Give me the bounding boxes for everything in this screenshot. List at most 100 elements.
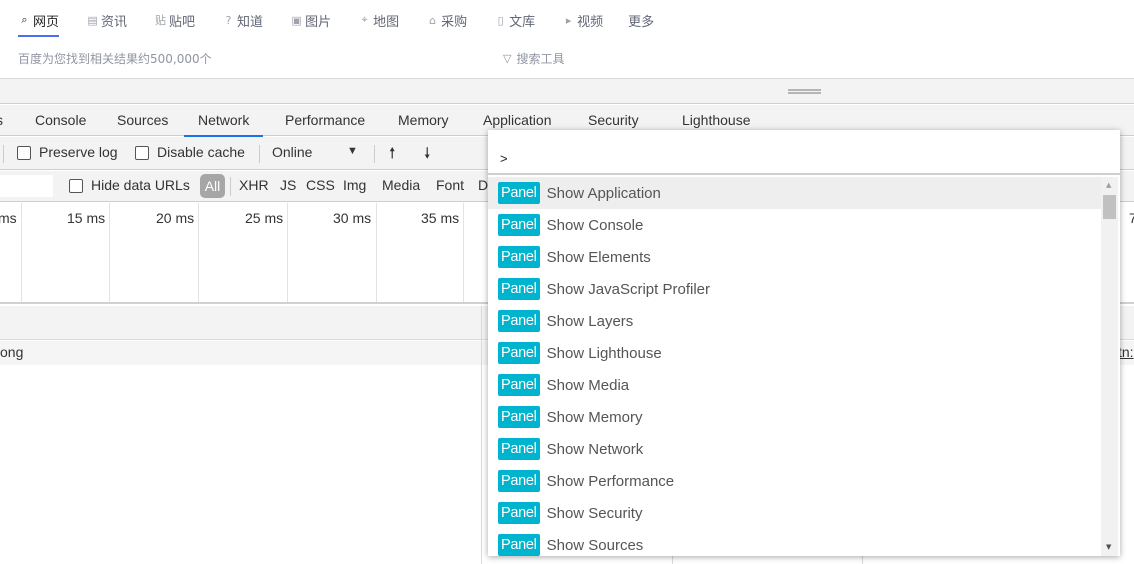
nav-map[interactable]: ⌖ 地图 bbox=[358, 10, 399, 30]
nav-tieba[interactable]: 贴贴吧 bbox=[154, 10, 195, 30]
nav-more[interactable]: 更多 bbox=[628, 10, 654, 30]
filter-input[interactable] bbox=[0, 175, 53, 197]
tab-memory[interactable]: Memory bbox=[398, 105, 449, 136]
nav-shopping[interactable]: ⌂ 采购 bbox=[426, 10, 467, 30]
command-item[interactable]: Panel Show Console bbox=[488, 209, 1101, 241]
toolbar-divider bbox=[374, 145, 375, 163]
request-name[interactable]: ong bbox=[0, 344, 23, 360]
timeline-gridline bbox=[198, 203, 199, 302]
panel-badge: Panel bbox=[498, 438, 540, 460]
news-icon: ▤ bbox=[87, 13, 98, 27]
panel-badge: Panel bbox=[498, 278, 540, 300]
filter-all-button[interactable]: All bbox=[200, 174, 225, 198]
throttling-select[interactable]: Online bbox=[272, 144, 312, 160]
timeline-gridline bbox=[376, 203, 377, 302]
command-item[interactable]: Panel Show Memory bbox=[488, 401, 1101, 433]
result-count: 百度为您找到相关结果约500,000个 bbox=[18, 52, 212, 66]
tab-sources[interactable]: Sources bbox=[117, 105, 168, 136]
toolbar-divider bbox=[3, 145, 4, 163]
tab-network[interactable]: Network bbox=[183, 105, 264, 137]
question-icon: ? bbox=[225, 13, 232, 27]
tab-performance[interactable]: Performance bbox=[285, 105, 365, 136]
disable-cache-label[interactable]: Disable cache bbox=[157, 144, 245, 160]
timeline-tick-label: 30 ms bbox=[333, 210, 372, 226]
scrollbar-thumb[interactable] bbox=[1103, 195, 1116, 219]
panel-badge: Panel bbox=[498, 310, 540, 332]
tab-elements[interactable]: s bbox=[0, 105, 3, 136]
search-icon: ⌕ bbox=[21, 13, 28, 26]
filter-media[interactable]: Media bbox=[382, 177, 420, 193]
scroll-up-arrow-icon[interactable]: ▲ bbox=[1106, 181, 1111, 189]
filter-js[interactable]: JS bbox=[280, 177, 296, 193]
preserve-log-checkbox[interactable] bbox=[17, 146, 31, 160]
search-tools-button[interactable]: ▽ 搜索工具 bbox=[503, 50, 564, 67]
timeline-tick-label: 7 bbox=[1129, 210, 1134, 226]
shopping-icon: ⌂ bbox=[429, 13, 437, 27]
command-item[interactable]: Panel Show Media bbox=[488, 369, 1101, 401]
panel-badge: Panel bbox=[498, 534, 540, 556]
filter-xhr[interactable]: XHR bbox=[239, 177, 269, 193]
command-menu: > Panel Show Application Panel Show Consol… bbox=[488, 130, 1120, 556]
dropdown-arrow-icon[interactable]: ▼ bbox=[347, 145, 358, 157]
command-item[interactable]: Panel Show Elements bbox=[488, 241, 1101, 273]
panel-badge: Panel bbox=[498, 246, 540, 268]
nav-web[interactable]: ⌕ 网页 bbox=[18, 10, 60, 37]
command-item[interactable]: Panel Show Security bbox=[488, 497, 1101, 529]
hide-data-urls-label[interactable]: Hide data URLs bbox=[91, 177, 190, 193]
command-item[interactable]: Panel Show Application bbox=[488, 177, 1101, 209]
panel-badge: Panel bbox=[498, 502, 540, 524]
scroll-down-arrow-icon[interactable]: ▼ bbox=[1106, 543, 1111, 551]
tieba-icon: 贴 bbox=[155, 14, 167, 27]
export-har-icon[interactable]: 🠗 bbox=[424, 143, 430, 168]
timeline-tick-label: 35 ms bbox=[421, 210, 460, 226]
panel-badge: Panel bbox=[498, 374, 540, 396]
timeline-tick-label: ms bbox=[0, 210, 17, 226]
devtools-resize-bar[interactable] bbox=[0, 78, 1134, 104]
nav-video[interactable]: ▸ 视频 bbox=[562, 10, 603, 30]
tab-console[interactable]: Console bbox=[35, 105, 86, 136]
document-icon: ▯ bbox=[497, 13, 504, 27]
import-har-icon[interactable]: 🠕 bbox=[389, 143, 395, 168]
command-list: Panel Show Application Panel Show Console … bbox=[488, 177, 1101, 556]
nav-wenku[interactable]: ▯ 文库 bbox=[494, 10, 536, 30]
panel-badge: Panel bbox=[498, 470, 540, 492]
panel-badge: Panel bbox=[498, 214, 540, 236]
video-icon: ▸ bbox=[565, 13, 572, 27]
map-icon: ⌖ bbox=[361, 13, 368, 26]
disable-cache-checkbox[interactable] bbox=[135, 146, 149, 160]
command-input[interactable]: > bbox=[488, 130, 1120, 175]
command-item[interactable]: Panel Show Sources bbox=[488, 529, 1101, 556]
command-item[interactable]: Panel Show Lighthouse bbox=[488, 337, 1101, 369]
filter-img[interactable]: Img bbox=[343, 177, 366, 193]
command-item[interactable]: Panel Show Performance bbox=[488, 465, 1101, 497]
request-initiator-link[interactable]: tn: bbox=[1118, 344, 1134, 360]
toolbar-divider bbox=[259, 145, 260, 163]
nav-news[interactable]: ▤ 资讯 bbox=[86, 10, 127, 30]
nav-images[interactable]: ▣ 图片 bbox=[290, 10, 331, 30]
timeline-gridline bbox=[109, 203, 110, 302]
timeline-tick-label: 20 ms bbox=[156, 210, 195, 226]
filter-doc[interactable]: D bbox=[478, 177, 488, 193]
timeline-tick-label: 15 ms bbox=[67, 210, 106, 226]
panel-badge: Panel bbox=[498, 342, 540, 364]
command-item[interactable]: Panel Show JavaScript Profiler bbox=[488, 273, 1101, 305]
image-icon: ▣ bbox=[291, 13, 302, 27]
command-list-scrollbar[interactable]: ▲ ▼ bbox=[1101, 177, 1118, 556]
timeline-gridline bbox=[21, 203, 22, 302]
search-category-nav: ⌕ 网页 ▤ 资讯 贴贴吧 ? 知道 ▣ 图片 ⌖ 地图 ⌂ 采购 ▯ 文库 ▸ 视频 更多 bbox=[18, 10, 681, 37]
nav-zhidao[interactable]: ? 知道 bbox=[222, 10, 263, 30]
command-item[interactable]: Panel Show Layers bbox=[488, 305, 1101, 337]
hide-data-urls-checkbox[interactable] bbox=[69, 179, 83, 193]
command-item[interactable]: Panel Show Network bbox=[488, 433, 1101, 465]
column-divider bbox=[481, 306, 482, 564]
timeline-gridline bbox=[463, 203, 464, 302]
panel-badge: Panel bbox=[498, 182, 540, 204]
preserve-log-label[interactable]: Preserve log bbox=[39, 144, 118, 160]
baidu-search-header: ⌕ 网页 ▤ 资讯 贴贴吧 ? 知道 ▣ 图片 ⌖ 地图 ⌂ 采购 ▯ 文库 ▸ 视频 更多 百… bbox=[0, 0, 1134, 78]
panel-badge: Panel bbox=[498, 406, 540, 428]
filter-css[interactable]: CSS bbox=[306, 177, 335, 193]
resize-grip-icon[interactable] bbox=[788, 89, 821, 94]
timeline-gridline bbox=[287, 203, 288, 302]
command-prompt: > bbox=[500, 151, 508, 166]
filter-font[interactable]: Font bbox=[436, 177, 464, 193]
